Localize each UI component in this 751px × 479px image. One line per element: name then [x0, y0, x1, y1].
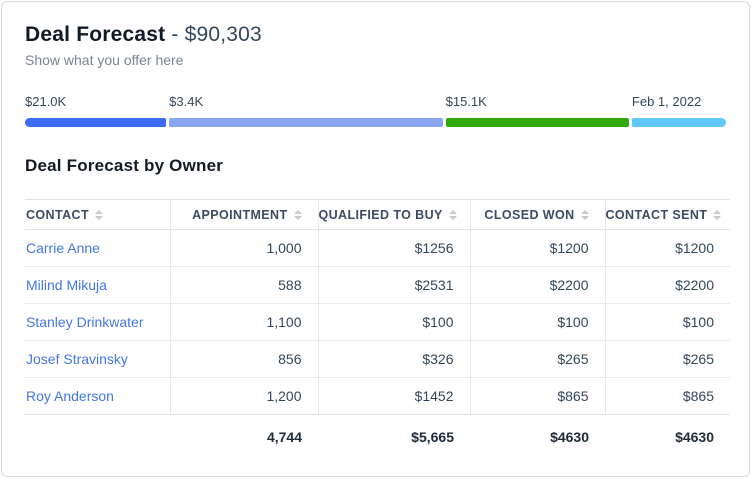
- column-header-label: APPOINTMENT: [192, 208, 287, 222]
- qualified-to-buy-cell: $1452: [318, 378, 470, 415]
- progress-segment-label: $15.1K: [446, 94, 629, 109]
- closed-won-cell: $1200: [470, 230, 605, 267]
- deal-forecast-table: CONTACT APPOINTMENT QUALIFIED TO BUY CLO…: [25, 199, 730, 459]
- page-title-amount: - $90,303: [165, 23, 262, 46]
- contact-sent-cell: $2200: [605, 267, 730, 304]
- contact-link[interactable]: Carrie Anne: [26, 240, 100, 256]
- qualified-to-buy-cell: $1256: [318, 230, 470, 267]
- contact-cell: Josef Stravinsky: [25, 341, 170, 378]
- sort-icon: [449, 210, 457, 220]
- progress-segment: [446, 118, 629, 127]
- closed-won-cell: $265: [470, 341, 605, 378]
- appointment-cell: 1,000: [170, 230, 318, 267]
- contact-cell: Milind Mikuja: [25, 267, 170, 304]
- contact-sent-cell: $100: [605, 304, 730, 341]
- progress-segment: [25, 118, 166, 127]
- column-header-label: CONTACT SENT: [606, 208, 708, 222]
- table-row: Stanley Drinkwater 1,100 $100 $100 $100: [25, 304, 730, 341]
- contact-sent-cell: $865: [605, 378, 730, 415]
- progress-bar-labels: $21.0K$3.4K $15.1KFeb 1, 2022: [25, 94, 726, 109]
- progress-segment: [169, 118, 442, 127]
- progress-segment-label: Feb 1, 2022: [632, 94, 726, 109]
- contact-cell: Roy Anderson: [25, 378, 170, 415]
- sort-icon: [581, 210, 589, 220]
- appointment-cell: 856: [170, 341, 318, 378]
- column-header-label: QUALIFIED TO BUY: [319, 208, 443, 222]
- contact-cell: Stanley Drinkwater: [25, 304, 170, 341]
- totals-cell: $4630: [470, 415, 605, 459]
- table-row: Josef Stravinsky 856 $326 $265 $265: [25, 341, 730, 378]
- qualified-to-buy-cell: $100: [318, 304, 470, 341]
- column-header-contact[interactable]: CONTACT: [25, 200, 170, 230]
- closed-won-cell: $100: [470, 304, 605, 341]
- sort-icon: [95, 210, 103, 220]
- appointment-cell: 1,200: [170, 378, 318, 415]
- contact-link[interactable]: Josef Stravinsky: [26, 351, 128, 367]
- contact-link[interactable]: Stanley Drinkwater: [26, 314, 144, 330]
- column-header-contact-sent[interactable]: CONTACT SENT: [605, 200, 730, 230]
- progress-segment-label: $3.4K: [169, 94, 442, 109]
- sort-icon: [294, 210, 302, 220]
- closed-won-cell: $865: [470, 378, 605, 415]
- progress-segment: [632, 118, 726, 127]
- column-header-qualified-to-buy[interactable]: QUALIFIED TO BUY: [318, 200, 470, 230]
- contact-sent-cell: $265: [605, 341, 730, 378]
- totals-cell: 4,744: [170, 415, 318, 459]
- page-title: Deal Forecast - $90,303: [25, 22, 726, 47]
- page-title-text: Deal Forecast: [25, 23, 165, 46]
- table-header-row: CONTACT APPOINTMENT QUALIFIED TO BUY CLO…: [25, 200, 730, 230]
- table-row: Roy Anderson 1,200 $1452 $865 $865: [25, 378, 730, 415]
- table-row: Milind Mikuja 588 $2531 $2200 $2200: [25, 267, 730, 304]
- appointment-cell: 1,100: [170, 304, 318, 341]
- column-header-appointment[interactable]: APPOINTMENT: [170, 200, 318, 230]
- progress-segment-label: $21.0K: [25, 94, 166, 109]
- appointment-cell: 588: [170, 267, 318, 304]
- section-title: Deal Forecast by Owner: [25, 156, 726, 176]
- totals-cell: [25, 415, 170, 459]
- contact-cell: Carrie Anne: [25, 230, 170, 267]
- column-header-label: CLOSED WON: [484, 208, 574, 222]
- totals-cell: $5,665: [318, 415, 470, 459]
- progress-bar: [25, 118, 726, 127]
- column-header-closed-won[interactable]: CLOSED WON: [470, 200, 605, 230]
- totals-row: 4,744 $5,665 $4630 $4630: [25, 415, 730, 459]
- deal-forecast-card: Deal Forecast - $90,303 Show what you of…: [1, 1, 750, 477]
- totals-cell: $4630: [605, 415, 730, 459]
- contact-link[interactable]: Milind Mikuja: [26, 277, 107, 293]
- sort-icon: [713, 210, 721, 220]
- contact-sent-cell: $1200: [605, 230, 730, 267]
- qualified-to-buy-cell: $326: [318, 341, 470, 378]
- column-header-label: CONTACT: [26, 208, 89, 222]
- page-subtitle: Show what you offer here: [25, 52, 726, 68]
- table-row: Carrie Anne 1,000 $1256 $1200 $1200: [25, 230, 730, 267]
- closed-won-cell: $2200: [470, 267, 605, 304]
- qualified-to-buy-cell: $2531: [318, 267, 470, 304]
- contact-link[interactable]: Roy Anderson: [26, 388, 114, 404]
